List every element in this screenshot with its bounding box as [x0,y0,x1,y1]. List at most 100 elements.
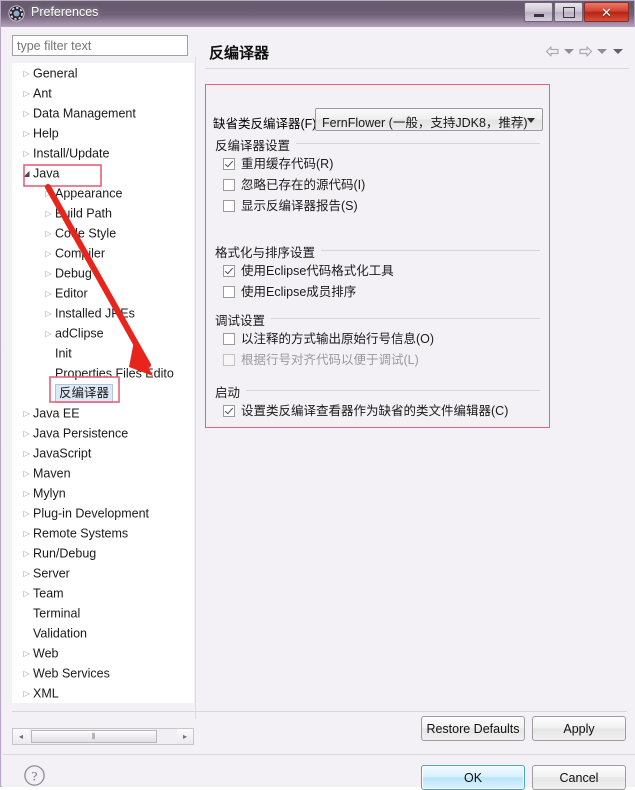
scrollbar-thumb[interactable]: ⦀ [31,730,157,743]
tree-item[interactable]: ▷ Install/Update [12,143,194,163]
tree-expand-chevron-right-icon[interactable]: ▷ [20,444,33,464]
checkbox-row[interactable]: 忽略已存在的源代码(I) [223,175,540,196]
help-question-icon[interactable]: ? [23,764,46,787]
tree-expand-chevron-right-icon[interactable]: ▷ [20,504,33,524]
tree-expand-chevron-right-icon[interactable]: ▷ [20,144,33,164]
checkbox-row[interactable]: 使用Eclipse代码格式化工具 [223,261,540,282]
forward-arrow-icon[interactable] [578,45,593,58]
tree-expand-chevron-right-icon[interactable]: ▷ [20,124,33,144]
minimize-button[interactable] [524,2,553,22]
tree-item[interactable]: ▷ Debug [12,263,194,283]
tree-expand-chevron-right-icon[interactable]: ▷ [20,424,33,444]
tree-expand-chevron-right-icon[interactable]: ▷ [42,284,55,304]
tree-expand-chevron-right-icon[interactable]: ▷ [20,644,33,664]
tree-item[interactable]: ▷ Server [12,563,194,583]
tree-expand-chevron-right-icon[interactable]: ▷ [20,524,33,544]
tree-item[interactable]: ▷ JavaScript [12,443,194,463]
tree-expand-chevron-right-icon[interactable]: ▷ [42,324,55,344]
checkbox-checked-icon[interactable] [223,265,235,277]
tree-item[interactable]: ▷ Ant [12,83,194,103]
tree-expand-chevron-right-icon[interactable]: ▷ [20,64,33,84]
tree-item[interactable]: ▷ Code Style [12,223,194,243]
preferences-tree-pane: ▷General▷Ant▷Data Management▷Help▷Instal… [12,35,194,720]
checkbox-row[interactable]: 重用缓存代码(R) [223,154,540,175]
tree-item[interactable]: ▷ Help [12,123,194,143]
tree-expand-chevron-right-icon[interactable]: ▷ [20,584,33,604]
restore-defaults-button[interactable]: Restore Defaults [421,716,525,741]
ok-button[interactable]: OK [421,765,525,790]
tree-expand-chevron-right-icon[interactable]: ▷ [20,544,33,564]
back-arrow-icon[interactable] [545,45,560,58]
tree-expand-chevron-right-icon[interactable]: ▷ [20,84,33,104]
tree-expand-chevron-right-icon[interactable]: ▷ [20,484,33,504]
preferences-window: Preferences ✕ ▷General▷Ant▷Data Manageme… [0,0,635,790]
tree-item[interactable]: ▷ Mylyn [12,483,194,503]
tree-item[interactable]: 反编译器 [12,383,194,404]
preferences-tree[interactable]: ▷ General ▷ Ant ▷ Data Management ▷ Help ▷ Instal… [12,63,194,703]
tree-expand-chevron-right-icon[interactable]: ▷ [20,564,33,584]
checkbox-row[interactable]: 设置类反编译查看器作为缺省的类文件编辑器(C) [223,401,540,422]
tree-item[interactable]: Validation [12,623,194,643]
tree-item[interactable]: ▷ General [12,63,194,83]
tree-item[interactable]: ▷ Remote Systems [12,523,194,543]
tree-item[interactable]: ▷ Build Path [12,203,194,223]
close-button[interactable]: ✕ [584,2,629,22]
tree-expand-chevron-right-icon[interactable]: ▷ [20,404,33,424]
checkbox-label: 使用Eclipse成员排序 [241,285,357,299]
group-separator-line [215,390,540,391]
tree-item[interactable]: ▷ Plug-in Development [12,503,194,523]
tree-expand-chevron-right-icon[interactable]: ▷ [20,104,33,124]
tree-item[interactable]: Terminal [12,603,194,623]
tree-item[interactable]: ▷ Appearance [12,183,194,203]
checkbox-row[interactable]: 使用Eclipse成员排序 [223,282,540,303]
tree-expand-chevron-right-icon[interactable]: ▷ [42,264,55,284]
tree-item[interactable]: ▷ Maven [12,463,194,483]
tree-expand-chevron-right-icon[interactable]: ▷ [42,204,55,224]
tree-item[interactable]: ▷ Data Management [12,103,194,123]
scroll-right-icon[interactable]: ▸ [177,729,193,744]
checkbox-row[interactable]: 以注释的方式输出原始行号信息(O) [223,329,540,350]
tree-item[interactable]: ▷ Editor [12,283,194,303]
tree-item[interactable]: ▷ Run/Debug [12,543,194,563]
tree-item[interactable]: ▷ Installed JREs [12,303,194,323]
tree-expand-chevron-right-icon[interactable]: ▷ [42,304,55,324]
tree-item[interactable]: ▷ XML [12,683,194,703]
tree-item[interactable]: ▷ Java EE [12,403,194,423]
checkbox-unchecked-icon[interactable] [223,179,235,191]
tree-collapse-chevron-down-icon[interactable]: ◢ [20,164,33,184]
apply-button[interactable]: Apply [532,716,626,741]
default-decompiler-select[interactable]: FernFlower (一般，支持JDK8，推荐) [315,108,543,131]
checkbox-row[interactable]: 显示反编译器报告(S) [223,196,540,217]
checkbox-unchecked-icon[interactable] [223,333,235,345]
filter-input[interactable] [12,35,188,56]
tree-expand-chevron-right-icon[interactable]: ▷ [20,664,33,684]
tree-item[interactable]: Properties Files Edito [12,363,194,383]
checkbox-checked-icon[interactable] [223,405,235,417]
tree-expand-chevron-right-icon[interactable]: ▷ [42,224,55,244]
tree-horizontal-scrollbar[interactable]: ◂ ⦀ ▸ [12,728,194,745]
view-menu-chevron-down-icon[interactable] [613,49,623,54]
tree-expand-chevron-right-icon[interactable]: ▷ [20,684,33,703]
back-menu-chevron-down-icon[interactable] [564,49,574,54]
tree-expand-chevron-right-icon[interactable]: ▷ [42,244,55,264]
tree-item-label: Build Path [55,206,112,221]
checkbox-unchecked-icon[interactable] [223,200,235,212]
tree-item[interactable]: Init [12,343,194,363]
tree-item[interactable]: ▷ Web [12,643,194,663]
tree-item[interactable]: ◢ Java [12,163,194,183]
maximize-button[interactable] [554,2,583,22]
tree-item[interactable]: ▷ Java Persistence [12,423,194,443]
cancel-button[interactable]: Cancel [532,765,626,790]
checkbox-unchecked-icon[interactable] [223,286,235,298]
checkbox-checked-icon[interactable] [223,158,235,170]
tree-item[interactable]: ▷ Compiler [12,243,194,263]
tree-item[interactable]: ▷ adClipse [12,323,194,343]
tree-item-label: Server [33,566,70,581]
tree-item[interactable]: ▷ Web Services [12,663,194,683]
tree-item[interactable]: ▷ Team [12,583,194,603]
tree-item-label: Data Management [33,106,136,121]
scroll-left-icon[interactable]: ◂ [13,729,29,744]
tree-expand-chevron-right-icon[interactable]: ▷ [20,464,33,484]
tree-expand-chevron-right-icon[interactable]: ▷ [42,184,55,204]
forward-menu-chevron-down-icon[interactable] [597,49,607,54]
